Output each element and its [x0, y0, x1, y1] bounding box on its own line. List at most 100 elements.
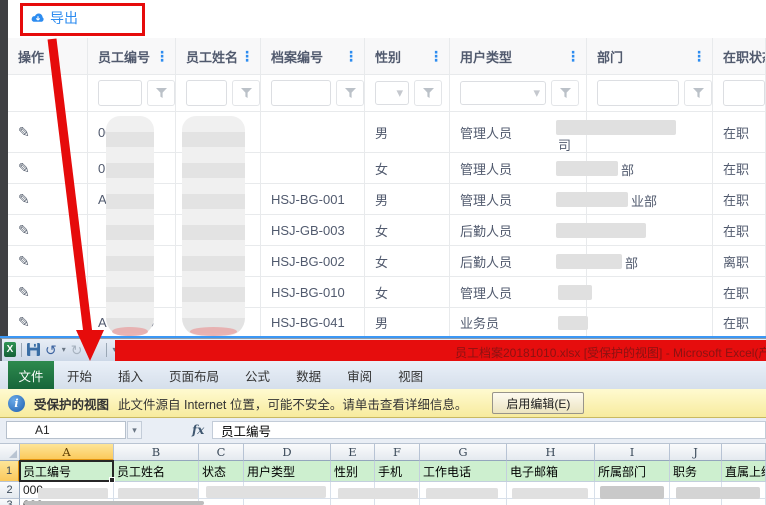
row-number-2[interactable]: 2: [0, 482, 20, 499]
col-header-H[interactable]: H: [507, 444, 595, 461]
col-header-B[interactable]: B: [114, 444, 199, 461]
table-row: ✎ A HSJ-BG-001 男 管理人员 在职: [8, 184, 766, 215]
filter-archive-no: [261, 75, 365, 112]
cell-J3[interactable]: [670, 499, 722, 505]
col-header-emp-id: 员工编号⋮: [88, 38, 176, 75]
save-icon[interactable]: [27, 343, 40, 356]
cell-E3[interactable]: [331, 499, 375, 505]
redo-icon[interactable]: ↻: [71, 343, 83, 357]
emp-name-cell: [176, 112, 261, 153]
col-header-A[interactable]: A: [20, 444, 114, 461]
dept-filter-input[interactable]: [597, 80, 679, 106]
user-type-filter-select[interactable]: ▾: [460, 81, 546, 105]
tab-data[interactable]: 数据: [283, 361, 334, 389]
insert-function-icon[interactable]: fx: [192, 423, 204, 437]
cell-H1[interactable]: 电子邮箱: [507, 461, 595, 482]
undo-dropdown-icon[interactable]: ▾: [62, 345, 66, 354]
cell-D1[interactable]: 用户类型: [244, 461, 331, 482]
cell-D3[interactable]: [244, 499, 331, 505]
col-header-I[interactable]: I: [595, 444, 670, 461]
edit-row-icon[interactable]: ✎: [18, 222, 30, 239]
status-filter-input[interactable]: [723, 80, 765, 106]
cell-F1[interactable]: 手机: [375, 461, 420, 482]
col-header-C[interactable]: C: [199, 444, 244, 461]
cell-B1[interactable]: 员工姓名: [114, 461, 199, 482]
export-button[interactable]: 导出: [30, 8, 78, 28]
archive-cell: HSJ-BG-041: [261, 308, 365, 336]
name-box-dropdown-icon[interactable]: ▾: [127, 421, 142, 439]
emp-name-cell: [176, 277, 261, 308]
edit-row-icon[interactable]: ✎: [18, 253, 30, 270]
cell-G3[interactable]: [420, 499, 507, 505]
quick-access-toolbar: X ↺ ▾ ↻ ▾: [4, 342, 117, 357]
emp-id-filter-input[interactable]: [98, 80, 142, 106]
edit-row-icon[interactable]: ✎: [18, 284, 30, 301]
dept-cell: [587, 112, 713, 153]
gender-cell: 男: [365, 184, 450, 215]
column-menu-icon[interactable]: ⋮: [692, 49, 706, 63]
gender-cell: 女: [365, 277, 450, 308]
col-header-gender: 性别⋮: [365, 38, 450, 75]
cell-K3[interactable]: [722, 499, 766, 505]
select-all-corner[interactable]: [0, 444, 20, 461]
filter-user-type: ▾: [450, 75, 587, 112]
cell-I1[interactable]: 所属部门: [595, 461, 670, 482]
cell-H3[interactable]: [507, 499, 595, 505]
formula-input[interactable]: 员工编号: [212, 421, 766, 439]
column-menu-icon[interactable]: ⋮: [344, 49, 358, 63]
edit-row-icon[interactable]: ✎: [18, 314, 30, 331]
edit-row-icon[interactable]: ✎: [18, 124, 30, 141]
table-row: ✎ 00 男 管理人员 在职: [8, 112, 766, 153]
enable-editing-button[interactable]: 启用编辑(E): [492, 392, 584, 414]
cell-K1[interactable]: 直属上级: [722, 461, 766, 482]
tab-review[interactable]: 审阅: [334, 361, 385, 389]
cell-J1[interactable]: 职务: [670, 461, 722, 482]
user-type-filter-funnel-button[interactable]: [551, 80, 579, 106]
col-header-F[interactable]: F: [375, 444, 420, 461]
row-number-3[interactable]: 3: [0, 499, 20, 505]
employee-archive-webapp: 导出 操作 员工编号⋮ 员工姓名⋮ 档案编号⋮ 性别⋮ 用户类型⋮ 部门⋮ 在职…: [8, 0, 766, 336]
cell-C1[interactable]: 状态: [199, 461, 244, 482]
tab-insert[interactable]: 插入: [105, 361, 156, 389]
col-header-D[interactable]: D: [244, 444, 331, 461]
gender-filter-select[interactable]: ▾: [375, 81, 409, 105]
emp-id-filter-funnel-button[interactable]: [147, 80, 175, 106]
cell-C3[interactable]: [199, 499, 244, 505]
column-menu-icon[interactable]: ⋮: [155, 49, 169, 63]
cell-F3[interactable]: [375, 499, 420, 505]
emp-name-filter-input[interactable]: [186, 80, 227, 106]
cell-E1[interactable]: 性别: [331, 461, 375, 482]
name-box[interactable]: A1: [6, 421, 126, 439]
tab-home[interactable]: 开始: [54, 361, 105, 389]
emp-name-filter-funnel-button[interactable]: [232, 80, 260, 106]
tab-page-layout[interactable]: 页面布局: [156, 361, 232, 389]
undo-icon[interactable]: ↺: [45, 343, 57, 357]
cell-G1[interactable]: 工作电话: [420, 461, 507, 482]
gender-cell: 女: [365, 153, 450, 184]
col-header-J[interactable]: J: [670, 444, 722, 461]
tab-view[interactable]: 视图: [385, 361, 436, 389]
col-header-G[interactable]: G: [420, 444, 507, 461]
col-header-K[interactable]: [722, 444, 766, 461]
archive-cell: HSJ-BG-010: [261, 277, 365, 308]
column-menu-icon[interactable]: ⋮: [429, 49, 443, 63]
excel-window: X ↺ ▾ ↻ ▾ 员工档案20181010.xlsx [受保护的视图] - M…: [0, 338, 766, 505]
dept-cell: [587, 246, 713, 277]
col-header-E[interactable]: E: [331, 444, 375, 461]
edit-row-icon[interactable]: ✎: [18, 160, 30, 177]
table-row: ✎ A5 HSJ-BG-041 男 业务员 在职: [8, 308, 766, 336]
dept-filter-funnel-button[interactable]: [684, 80, 712, 106]
column-menu-icon[interactable]: ⋮: [566, 49, 580, 63]
gender-filter-funnel-button[interactable]: [414, 80, 442, 106]
edit-row-icon[interactable]: ✎: [18, 191, 30, 208]
tab-formulas[interactable]: 公式: [232, 361, 283, 389]
tab-file[interactable]: 文件: [8, 361, 54, 389]
archive-no-filter-funnel-button[interactable]: [336, 80, 364, 106]
column-menu-icon[interactable]: ⋮: [240, 49, 254, 63]
cell-I3[interactable]: [595, 499, 670, 505]
archive-cell: HSJ-BG-001: [261, 184, 365, 215]
excel-app-icon[interactable]: X: [4, 342, 16, 357]
filter-dept: [587, 75, 713, 112]
archive-no-filter-input[interactable]: [271, 80, 331, 106]
row-number-1[interactable]: 1: [0, 461, 20, 482]
